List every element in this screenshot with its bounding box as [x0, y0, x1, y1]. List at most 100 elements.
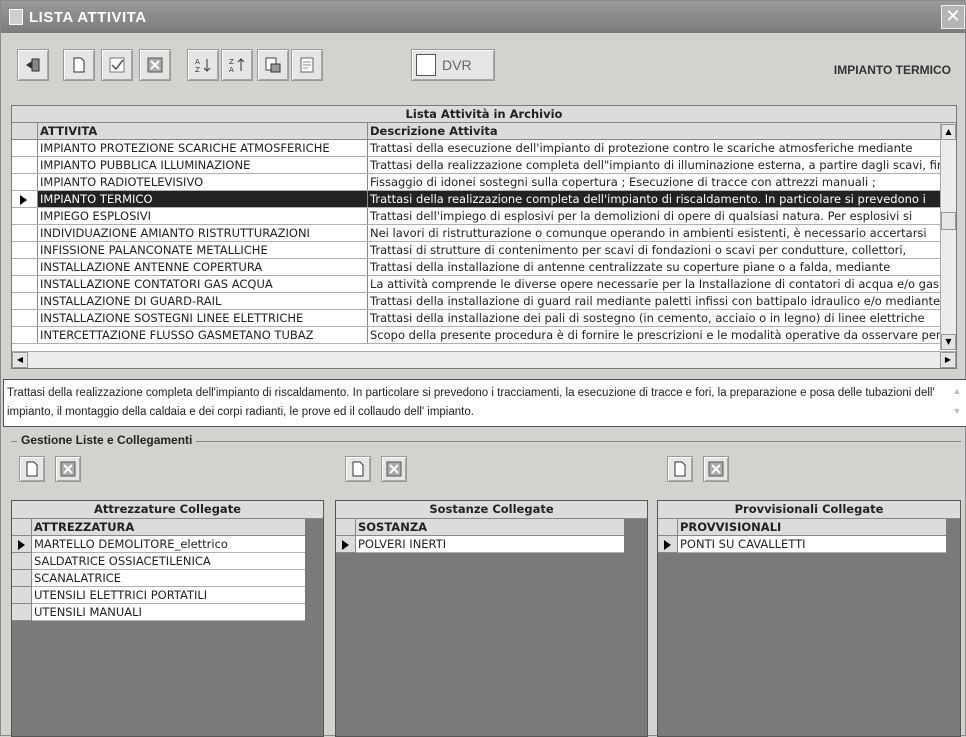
scroll-up-icon[interactable]: ▲: [950, 382, 964, 402]
add-provvisionale-button[interactable]: [667, 456, 693, 482]
description-scrollbar[interactable]: ▲ ▼: [950, 382, 964, 424]
cell-attivita[interactable]: INSTALLAZIONE DI GUARD-RAIL: [38, 293, 368, 309]
delete-button[interactable]: [139, 49, 171, 81]
cell-attivita[interactable]: IMPIANTO PROTEZIONE SCARICHE ATMOSFERICH…: [38, 140, 368, 156]
confirm-button[interactable]: [101, 49, 133, 81]
row-selector[interactable]: [12, 553, 32, 570]
cell-attivita[interactable]: INFISSIONE PALANCONATE METALLICHE: [38, 242, 368, 258]
add-attrezzatura-button[interactable]: [19, 456, 45, 482]
cell-descrizione[interactable]: Trattasi della installazione dei pali di…: [368, 310, 940, 326]
sostanza-column-header[interactable]: SOSTANZA: [356, 519, 624, 536]
table-row[interactable]: IMPIANTO TERMICO Trattasi della realizzaz…: [12, 191, 956, 208]
list-item-label[interactable]: UTENSILI MANUALI: [32, 604, 305, 621]
list-item-label[interactable]: MARTELLO DEMOLITORE_elettrico: [32, 536, 305, 553]
cell-descrizione[interactable]: Fissaggio di idonei sostegni sulla coper…: [368, 174, 940, 190]
cell-descrizione[interactable]: Trattasi della esecuzione dell'impianto …: [368, 140, 940, 156]
print-preview-button[interactable]: [257, 49, 289, 81]
exit-button[interactable]: [17, 49, 49, 81]
cell-descrizione[interactable]: Trattasi della installazione di antenne …: [368, 259, 940, 275]
row-selector[interactable]: [12, 604, 32, 621]
row-selector[interactable]: [12, 293, 38, 309]
cell-attivita[interactable]: IMPIANTO PUBBLICA ILLUMINAZIONE: [38, 157, 368, 173]
column-header-descrizione[interactable]: Descrizione Attivita: [368, 123, 940, 139]
table-row[interactable]: IMPIANTO PUBBLICA ILLUMINAZIONE Trattasi …: [12, 157, 956, 174]
cell-descrizione[interactable]: Trattasi della realizzazione completa de…: [368, 157, 940, 173]
activity-description-field[interactable]: Trattasi della realizzazione completa de…: [3, 379, 966, 427]
row-selector[interactable]: [12, 570, 32, 587]
list-item[interactable]: PONTI SU CAVALLETTI: [658, 536, 960, 553]
report-button[interactable]: [291, 49, 323, 81]
row-selector[interactable]: [12, 191, 38, 207]
cell-attivita[interactable]: INTERCETTAZIONE FLUSSO GASMETANO TUBAZ: [38, 327, 368, 343]
table-row[interactable]: INSTALLAZIONE DI GUARD-RAIL Trattasi dell…: [12, 293, 956, 310]
row-selector[interactable]: [12, 587, 32, 604]
vertical-scrollbar[interactable]: ▲ ▼: [940, 124, 956, 350]
cell-attivita[interactable]: INDIVIDUAZIONE AMIANTO RISTRUTTURAZIONI: [38, 225, 368, 241]
row-selector[interactable]: [12, 225, 38, 241]
table-row[interactable]: INFISSIONE PALANCONATE METALLICHE Trattas…: [12, 242, 956, 259]
list-item[interactable]: SALDATRICE OSSIACETILENICA: [12, 553, 323, 570]
cell-attivita[interactable]: IMPIANTO TERMICO: [38, 191, 368, 207]
horizontal-scrollbar[interactable]: ◀ ▶: [12, 351, 956, 368]
scroll-down-icon[interactable]: ▼: [941, 334, 956, 350]
cell-attivita[interactable]: IMPIANTO RADIOTELEVISIVO: [38, 174, 368, 190]
scroll-right-icon[interactable]: ▶: [940, 352, 956, 368]
row-selector[interactable]: [12, 157, 38, 173]
table-row[interactable]: INDIVIDUAZIONE AMIANTO RISTRUTTURAZIONI N…: [12, 225, 956, 242]
remove-provvisionale-button[interactable]: [703, 456, 729, 482]
row-selector[interactable]: [336, 536, 356, 553]
table-row[interactable]: IMPIEGO ESPLOSIVI Trattasi dell'impiego d…: [12, 208, 956, 225]
cell-attivita[interactable]: INSTALLAZIONE CONTATORI GAS ACQUA: [38, 276, 368, 292]
list-item[interactable]: MARTELLO DEMOLITORE_elettrico: [12, 536, 323, 553]
list-item[interactable]: POLVERI INERTI: [336, 536, 647, 553]
scroll-thumb[interactable]: [941, 212, 956, 230]
table-row[interactable]: INSTALLAZIONE SOSTEGNI LINEE ELETTRICHE T…: [12, 310, 956, 327]
cell-descrizione[interactable]: Nei lavori di ristrutturazione o comunqu…: [368, 225, 940, 241]
list-item-label[interactable]: UTENSILI ELETTRICI PORTATILI: [32, 587, 305, 604]
row-selector[interactable]: [12, 140, 38, 156]
cell-descrizione[interactable]: Trattasi dell'impiego di esplosivi per l…: [368, 208, 940, 224]
row-selector[interactable]: [12, 276, 38, 292]
new-button[interactable]: [63, 49, 95, 81]
row-selector[interactable]: [12, 536, 32, 553]
row-selector[interactable]: [12, 310, 38, 326]
row-selector[interactable]: [658, 536, 678, 553]
row-selector[interactable]: [12, 327, 38, 343]
list-item-label[interactable]: POLVERI INERTI: [356, 536, 624, 553]
dvr-button[interactable]: DVR: [411, 49, 495, 81]
table-row[interactable]: INSTALLAZIONE ANTENNE COPERTURA Trattasi …: [12, 259, 956, 276]
cell-descrizione[interactable]: Scopo della presente procedura è di forn…: [368, 327, 940, 343]
table-row[interactable]: INSTALLAZIONE CONTATORI GAS ACQUA La atti…: [12, 276, 956, 293]
row-selector[interactable]: [12, 208, 38, 224]
list-item-label[interactable]: SALDATRICE OSSIACETILENICA: [32, 553, 305, 570]
table-row[interactable]: IMPIANTO RADIOTELEVISIVO Fissaggio di ido…: [12, 174, 956, 191]
remove-sostanza-button[interactable]: [381, 456, 407, 482]
add-sostanza-button[interactable]: [345, 456, 371, 482]
cell-descrizione[interactable]: La attività comprende le diverse opere n…: [368, 276, 940, 292]
cell-attivita[interactable]: IMPIEGO ESPLOSIVI: [38, 208, 368, 224]
cell-descrizione[interactable]: Trattasi di strutture di contenimento pe…: [368, 242, 940, 258]
column-header-attivita[interactable]: ATTIVITA: [38, 123, 368, 139]
list-item[interactable]: UTENSILI ELETTRICI PORTATILI: [12, 587, 323, 604]
row-selector[interactable]: [12, 259, 38, 275]
sort-descending-button[interactable]: ZA: [221, 49, 253, 81]
scroll-up-icon[interactable]: ▲: [941, 124, 956, 140]
cell-attivita[interactable]: INSTALLAZIONE SOSTEGNI LINEE ELETTRICHE: [38, 310, 368, 326]
scroll-left-icon[interactable]: ◀: [12, 352, 28, 368]
list-item[interactable]: SCANALATRICE: [12, 570, 323, 587]
attrezzatura-column-header[interactable]: ATTREZZATURA: [32, 519, 305, 536]
cell-descrizione[interactable]: Trattasi della installazione di guard ra…: [368, 293, 940, 309]
table-row[interactable]: IMPIANTO PROTEZIONE SCARICHE ATMOSFERICH…: [12, 140, 956, 157]
remove-attrezzatura-button[interactable]: [55, 456, 81, 482]
row-selector[interactable]: [12, 174, 38, 190]
table-row[interactable]: INTERCETTAZIONE FLUSSO GASMETANO TUBAZ Sc…: [12, 327, 956, 344]
list-item-label[interactable]: SCANALATRICE: [32, 570, 305, 587]
provvisionale-column-header[interactable]: PROVVISIONALI: [678, 519, 946, 536]
cell-attivita[interactable]: INSTALLAZIONE ANTENNE COPERTURA: [38, 259, 368, 275]
list-item-label[interactable]: PONTI SU CAVALLETTI: [678, 536, 946, 553]
sort-ascending-button[interactable]: AZ: [187, 49, 219, 81]
list-item[interactable]: UTENSILI MANUALI: [12, 604, 323, 621]
close-button[interactable]: ✕: [941, 5, 965, 29]
row-selector[interactable]: [12, 242, 38, 258]
scroll-down-icon[interactable]: ▼: [950, 402, 964, 422]
